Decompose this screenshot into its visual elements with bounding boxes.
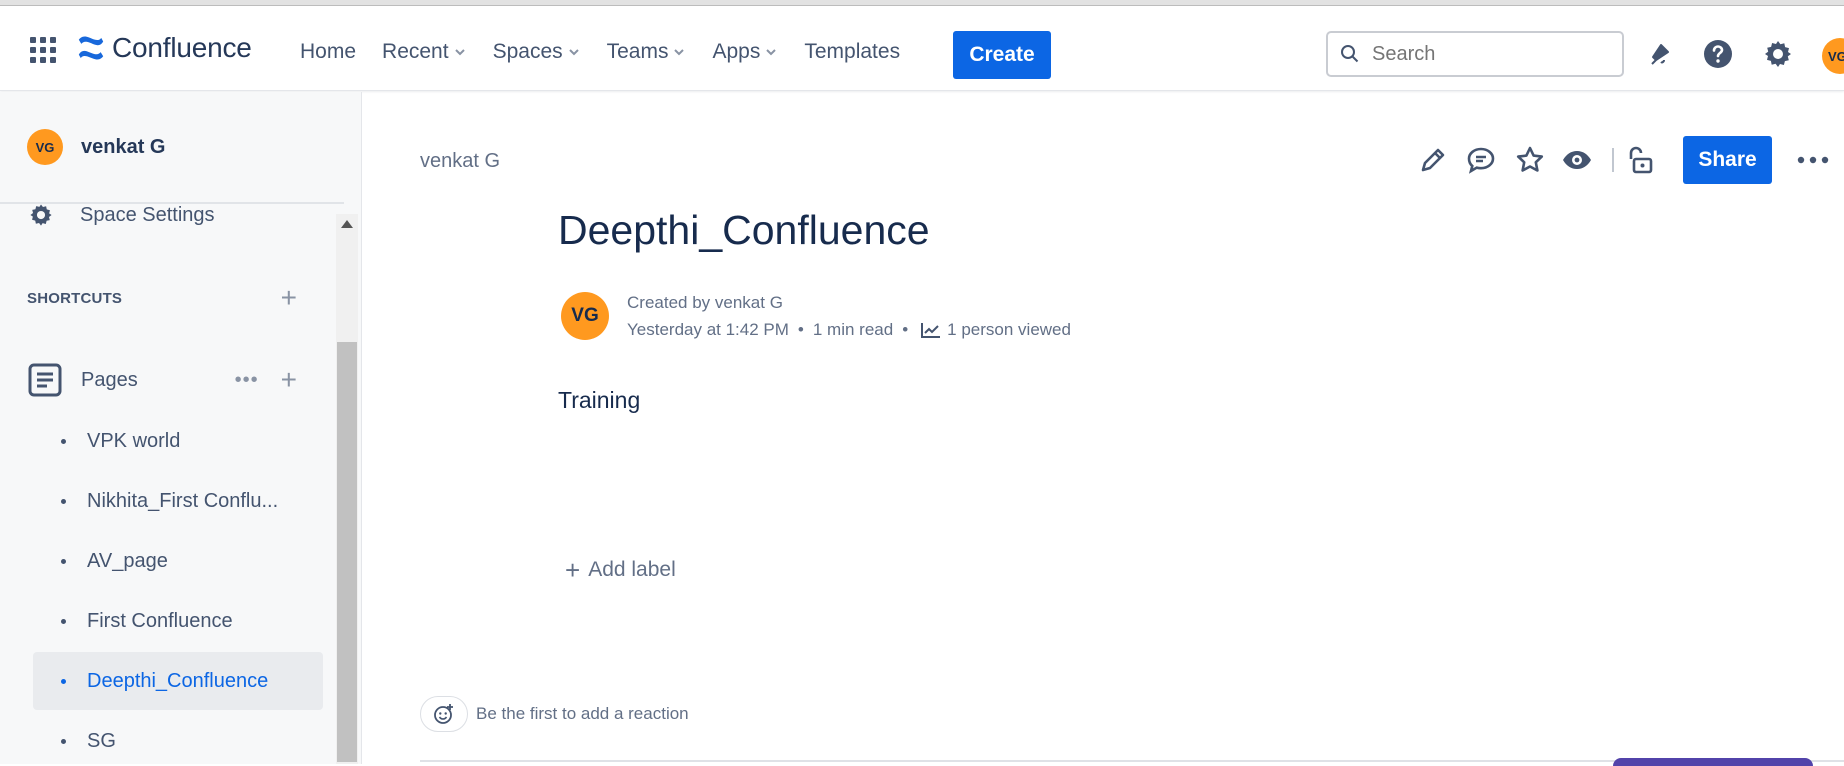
space-name: venkat G <box>81 135 166 158</box>
gear-icon <box>30 204 52 226</box>
product-name: Confluence <box>112 32 252 63</box>
primary-nav: Home Recent Spaces Teams Apps Templates <box>300 34 926 70</box>
chevron-down-icon <box>766 49 777 56</box>
read-time: 1 min read <box>812 320 894 339</box>
created-by[interactable]: Created by venkat G <box>627 289 1071 316</box>
share-button[interactable]: Share <box>1683 136 1772 184</box>
add-page-icon[interactable]: + <box>281 366 297 394</box>
nav-teams[interactable]: Teams <box>607 34 687 70</box>
add-reaction-button[interactable] <box>420 696 468 732</box>
toolbar-separator <box>1612 148 1614 172</box>
page-title: Deepthi_Confluence <box>558 207 930 253</box>
page-tree-item-label: VPK world <box>87 429 181 452</box>
space-settings-label: Space Settings <box>80 203 215 226</box>
confluence-logo-icon <box>78 36 104 60</box>
nav-apps-label: Apps <box>712 40 761 63</box>
nav-recent-label: Recent <box>382 40 449 63</box>
nav-teams-label: Teams <box>606 40 669 63</box>
watch-eye-icon[interactable] <box>1561 144 1593 176</box>
top-navigation-bar: Confluence Home Recent Spaces Teams Apps… <box>0 6 1844 91</box>
search-input[interactable] <box>1372 42 1592 66</box>
nav-templates-label: Templates <box>804 40 901 63</box>
space-sidebar: Space Settings VG venkat G SHORTCUTS + P… <box>0 92 362 764</box>
pages-more-icon[interactable]: ••• <box>235 369 259 392</box>
separator-dot: • <box>797 320 804 339</box>
page-tree-item-label: Deepthi_Confluence <box>87 669 269 692</box>
page-body-text: Training <box>558 387 641 413</box>
add-shortcut-icon[interactable]: + <box>281 284 297 312</box>
shortcuts-label: SHORTCUTS <box>27 289 123 307</box>
create-button[interactable]: Create <box>953 31 1051 79</box>
nav-spaces[interactable]: Spaces <box>493 34 581 70</box>
scroll-up-arrow-icon[interactable] <box>341 220 353 228</box>
page-tree-item[interactable]: Nikhita_First Conflu... <box>33 472 323 530</box>
nav-templates[interactable]: Templates <box>804 34 900 70</box>
help-icon[interactable] <box>1702 38 1734 70</box>
sidebar-item-space-settings[interactable]: Space Settings <box>28 200 215 230</box>
nav-home-label: Home <box>300 40 357 63</box>
unlock-icon[interactable] <box>1625 144 1657 176</box>
nav-home[interactable]: Home <box>300 34 356 70</box>
scrollbar-thumb[interactable] <box>337 342 357 762</box>
page-tree-item-label: SG <box>87 729 116 752</box>
sidebar-item-pages[interactable]: Pages ••• + <box>27 362 297 398</box>
author-avatar[interactable]: VG <box>561 292 609 340</box>
nav-spaces-label: Spaces <box>492 40 563 63</box>
space-avatar: VG <box>27 129 63 165</box>
user-avatar[interactable]: VG <box>1822 38 1844 74</box>
page-tree-item[interactable]: First Confluence <box>33 592 323 650</box>
chevron-down-icon <box>568 49 579 56</box>
chevron-down-icon <box>454 49 465 56</box>
breadcrumb[interactable]: venkat G <box>420 150 500 173</box>
page-content: venkat G Share Deepthi_Confluence VG Cre… <box>363 92 1844 766</box>
page-tree-item-active[interactable]: Deepthi_Confluence <box>33 652 323 710</box>
page-tree-item[interactable]: VPK world <box>33 412 323 470</box>
created-time: Yesterday at 1:42 PM <box>627 320 789 339</box>
sidebar-divider <box>0 202 344 204</box>
search-icon <box>1341 45 1359 63</box>
separator-dot: • <box>902 320 909 339</box>
pages-icon <box>28 363 62 397</box>
page-tree-item[interactable]: AV_page <box>33 532 323 590</box>
star-icon[interactable] <box>1514 144 1546 176</box>
app-switcher-icon[interactable] <box>30 37 56 63</box>
add-label-button[interactable]: + Add label <box>565 557 676 583</box>
plus-icon: + <box>565 555 581 585</box>
nav-recent[interactable]: Recent <box>382 34 467 70</box>
confluence-logo[interactable]: Confluence <box>76 32 252 64</box>
more-actions-icon[interactable] <box>1795 146 1831 174</box>
view-count[interactable]: 1 person viewed <box>947 316 1071 343</box>
page-tree-item-label: Nikhita_First Conflu... <box>87 489 279 512</box>
floating-panel-edge[interactable] <box>1613 758 1813 766</box>
emoji-add-icon <box>434 704 453 724</box>
chevron-down-icon <box>674 49 685 56</box>
pages-label: Pages <box>81 368 138 391</box>
comment-icon[interactable] <box>1465 144 1497 176</box>
notifications-icon[interactable] <box>1644 38 1676 70</box>
add-label-text: Add label <box>588 558 676 581</box>
page-tree-item-label: AV_page <box>87 549 168 572</box>
space-header[interactable]: VG venkat G <box>0 92 361 202</box>
shortcuts-section: SHORTCUTS + <box>27 284 297 312</box>
page-tree-item[interactable]: SG <box>33 712 323 764</box>
edit-pencil-icon[interactable] <box>1417 144 1449 176</box>
page-tree-item-label: First Confluence <box>87 609 233 632</box>
settings-gear-icon[interactable] <box>1762 38 1794 70</box>
analytics-chart-icon <box>921 322 941 338</box>
reaction-prompt: Be the first to add a reaction <box>476 704 689 723</box>
page-tree: VPK world Nikhita_First Conflu... AV_pag… <box>33 412 323 764</box>
reactions-bar: Be the first to add a reaction <box>420 696 689 732</box>
nav-apps[interactable]: Apps <box>712 34 778 70</box>
search-box[interactable] <box>1326 31 1624 77</box>
page-byline: VG Created by venkat G Yesterday at 1:42… <box>561 289 1071 343</box>
